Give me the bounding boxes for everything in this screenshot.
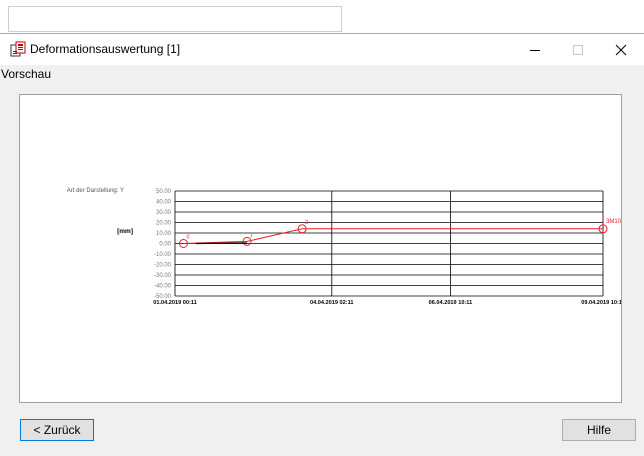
y-tick-label: -20.00 [154,263,172,269]
point-label: 2 [305,220,308,226]
series-name-label: 3M101 [606,219,621,225]
y-tick-label: 10.00 [156,231,172,237]
point-label: 0 [186,235,189,241]
series-line-3m101 [183,228,603,244]
y-tick-label: -10.00 [154,252,172,258]
window-title: Deformationsauswertung [1] [30,42,181,56]
help-button[interactable]: Hilfe [562,419,636,441]
maximize-icon [573,44,583,55]
y-axis-label: [mm] [117,228,133,235]
y-tick-label: -40.00 [154,284,172,290]
x-tick-label: 09.04.2019 10:11 [581,300,621,306]
back-button[interactable]: < Zurück [20,419,94,441]
dialog-window: Deformationsauswertung [1] Vorschau Art … [0,33,644,456]
menu-bar: Vorschau [0,65,644,84]
deformation-chart: Art der Darstellung: Y [mm] 50.00 40.00 30.0… [67,188,621,306]
y-tick-label: 20.00 [156,221,172,227]
y-tick-label: 40.00 [156,200,172,206]
y-tick-label: -30.00 [154,273,172,279]
chart-title: Art der Darstellung: Y [67,188,124,194]
minimize-button[interactable] [515,34,555,65]
background-area [0,0,644,33]
series-line-secondary [196,242,248,245]
menu-item-vorschau[interactable]: Vorschau [1,67,51,81]
background-window-edge [8,6,342,32]
x-tick-label: 01.04.2019 00:11 [153,300,197,306]
preview-panel: Art der Darstellung: Y [mm] 50.00 40.00 30.0… [19,94,622,403]
maximize-button[interactable] [558,34,598,65]
point-label: 1 [250,232,253,238]
x-tick-label: 04.04.2019 02:11 [310,300,354,306]
report-icon [10,41,26,57]
close-icon [615,44,627,55]
x-tick-label: 06.04.2019 10:11 [429,300,473,306]
y-tick-label: 0.00 [159,242,171,248]
y-tick-label: 30.00 [156,210,172,216]
y-tick-label: 50.00 [156,189,172,195]
minimize-icon [530,49,540,51]
close-button[interactable] [601,34,641,65]
title-bar[interactable]: Deformationsauswertung [1] [0,34,644,65]
